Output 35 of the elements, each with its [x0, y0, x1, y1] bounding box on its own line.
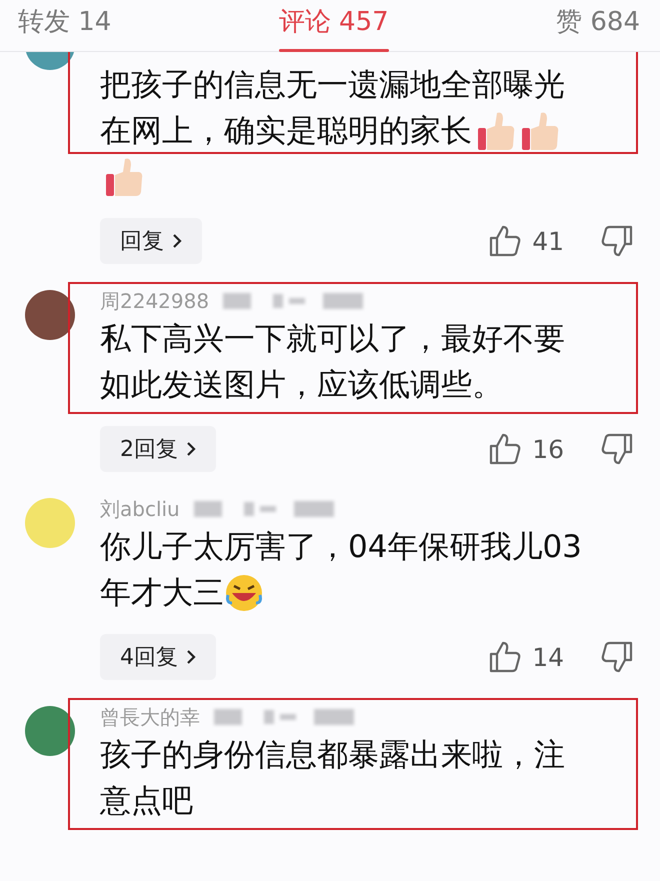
avatar[interactable] [25, 290, 75, 340]
like-count: 16 [532, 434, 564, 464]
comment-text: 把孩子的信息无一遗漏地全部曝光 [100, 66, 565, 105]
laughing-emoji-icon [224, 573, 264, 613]
comment-text: 在网上，确实是聪明的家长 [100, 112, 472, 151]
thumbs-up-emoji-icon [476, 110, 516, 152]
comment-text: 你儿子太厉害了，04年保研我儿03 [100, 528, 582, 567]
dislike-icon[interactable] [600, 432, 634, 466]
comment-text: 如此发送图片，应该低调些。 [100, 366, 503, 405]
comment-text: 意点吧 [100, 782, 193, 821]
tab[interactable]: 转发 14 [18, 4, 112, 51]
comment-text: 孩子的身份信息都暴露出来啦，注 [100, 736, 565, 775]
dislike-icon[interactable] [600, 224, 634, 258]
comment-text: 私下高兴一下就可以了，最好不要 [100, 320, 565, 359]
like-count: 41 [532, 226, 564, 256]
chevron-right-icon [172, 233, 182, 249]
reply-button[interactable]: 2回复 [100, 426, 216, 472]
comment-text: 年才大三 [100, 574, 224, 613]
reply-button[interactable]: 4回复 [100, 634, 216, 680]
thumbs-up-emoji-icon [104, 156, 144, 198]
like-icon[interactable] [488, 224, 522, 258]
reply-button[interactable]: 回复 [100, 218, 202, 264]
tab[interactable]: 评论 457 [278, 4, 389, 51]
like-count: 14 [532, 642, 564, 672]
user-name[interactable]: 曾長大的幸 [100, 704, 200, 730]
chevron-right-icon [186, 441, 196, 457]
like-icon[interactable] [488, 432, 522, 466]
avatar[interactable] [25, 706, 75, 756]
like-icon[interactable] [488, 640, 522, 674]
thumbs-up-emoji-icon [520, 110, 560, 152]
tab[interactable]: 赞 684 [556, 4, 640, 51]
dislike-icon[interactable] [600, 640, 634, 674]
user-name[interactable]: 刘abcliu [100, 496, 180, 522]
user-name[interactable]: 周2242988 [100, 288, 210, 314]
chevron-right-icon [186, 649, 196, 665]
